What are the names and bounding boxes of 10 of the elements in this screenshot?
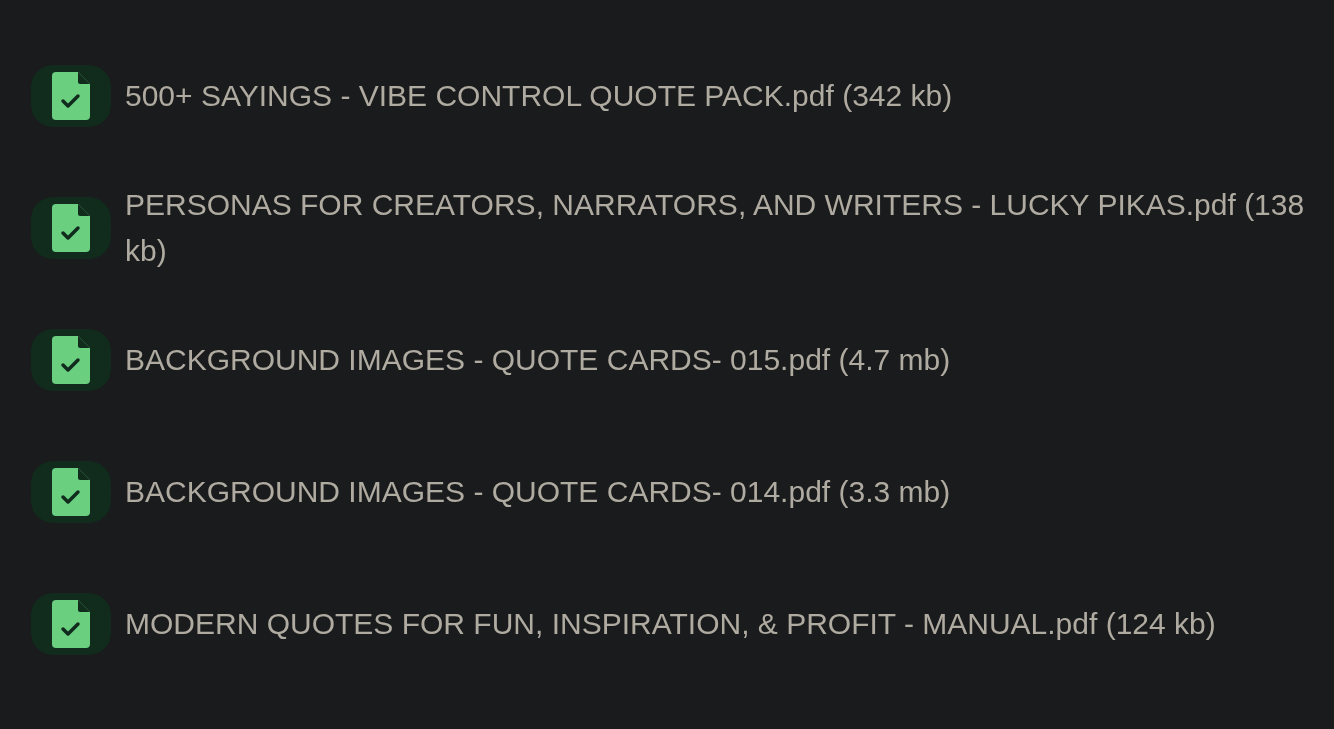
file-name[interactable]: MODERN QUOTES FOR FUN, INSPIRATION, & PROFIT - MANUAL.pdf (124 kb) (125, 601, 1315, 647)
file-check-icon (31, 197, 111, 259)
file-check-icon (31, 65, 111, 127)
file-name[interactable]: 500+ SAYINGS - VIBE CONTROL QUOTE PACK.pdf (342 kb) (125, 73, 1315, 119)
file-check-icon (31, 329, 111, 391)
file-check-icon (31, 593, 111, 655)
file-name[interactable]: PERSONAS FOR CREATORS, NARRATORS, AND WRITERS - LUCKY PIKAS.pdf (138 kb) (125, 182, 1315, 274)
file-check-icon (31, 461, 111, 523)
file-name[interactable]: BACKGROUND IMAGES - QUOTE CARDS- 014.pdf (3.3 mb) (125, 469, 1315, 515)
file-name[interactable]: BACKGROUND IMAGES - QUOTE CARDS- 015.pdf (4.7 mb) (125, 337, 1315, 383)
